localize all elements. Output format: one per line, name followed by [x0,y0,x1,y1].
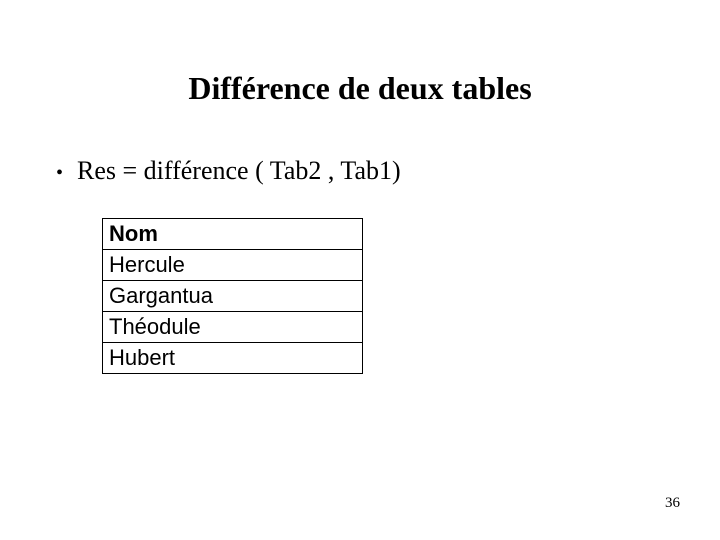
result-table: Nom Hercule Gargantua Théodule Hubert [102,218,363,374]
result-table-wrap: Nom Hercule Gargantua Théodule Hubert [102,218,363,374]
table-row: Gargantua [103,281,363,312]
table-cell: Gargantua [103,281,363,312]
table-row: Théodule [103,312,363,343]
table-header-row: Nom [103,219,363,250]
table-header-cell: Nom [103,219,363,250]
table-cell: Hercule [103,250,363,281]
table-cell: Théodule [103,312,363,343]
bullet-marker: • [56,160,63,186]
page-number: 36 [665,495,680,512]
slide: Différence de deux tables • Res = différ… [0,0,720,540]
slide-title: Différence de deux tables [0,70,720,107]
bullet-text: Res = différence ( Tab2 , Tab1) [77,156,401,186]
table-row: Hercule [103,250,363,281]
bullet-item: • Res = différence ( Tab2 , Tab1) [56,156,401,186]
table-cell: Hubert [103,343,363,374]
table-row: Hubert [103,343,363,374]
